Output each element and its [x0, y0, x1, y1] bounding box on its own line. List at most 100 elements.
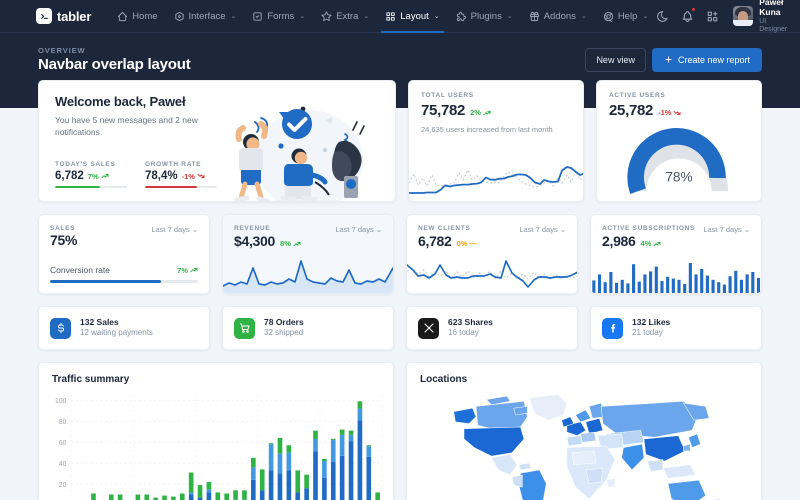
create-new-report-label: Create new report	[677, 54, 750, 65]
row-social: 132 Sales 12 waiting payments 78 Orders …	[38, 306, 762, 350]
conversion-rate-delta: 7%	[177, 266, 198, 275]
chevron-down-icon: ⌄	[642, 13, 649, 20]
chevron-down-icon: ⌄	[230, 13, 237, 20]
gift-icon	[529, 11, 539, 21]
nav-item-help[interactable]: Help ⌄	[595, 0, 656, 33]
period-selector[interactable]: Last 7 days ⌄	[151, 225, 198, 234]
dark-mode-toggle[interactable]	[656, 9, 669, 23]
chevron-down-icon: ⌄	[559, 225, 566, 234]
locations-world-map	[414, 391, 754, 500]
facebook-icon	[602, 317, 623, 339]
navbar-actions: Paweł Kuna UI Designer	[656, 0, 794, 34]
nav-item-addons[interactable]: Addons ⌄	[521, 0, 595, 33]
nav-item-plugins[interactable]: Plugins ⌄	[448, 0, 521, 33]
avatar	[733, 6, 754, 26]
active-users-label: ACTIVE USERS	[609, 92, 666, 99]
stat-value: $4,300	[234, 233, 276, 249]
nav-item-interface[interactable]: Interface ⌄	[166, 0, 245, 33]
nav-label-help: Help	[617, 10, 638, 22]
new-view-button[interactable]: New view	[585, 47, 646, 72]
navbar: tabler Home Interface ⌄ Forms ⌄ Extra ⌄	[0, 0, 800, 33]
trend-down-icon	[673, 110, 681, 115]
period-selector[interactable]: Last 7 days ⌄	[335, 225, 382, 234]
nav-label-layout: Layout	[400, 10, 429, 22]
chevron-down-icon: ⌄	[363, 13, 370, 20]
active-users-delta: -1%	[658, 108, 681, 117]
svg-text:60: 60	[59, 440, 67, 447]
total-users-card: TOTAL USERS 75,782 2% 24,635 users incre…	[408, 80, 584, 202]
star-icon	[321, 10, 332, 21]
plus-icon	[665, 56, 672, 63]
active-users-gauge: 78%	[609, 121, 749, 197]
chevron-down-icon: ⌄	[375, 225, 382, 234]
nav-item-extra[interactable]: Extra ⌄	[313, 0, 377, 33]
social-title: 132 Sales	[80, 317, 119, 328]
nav-label-extra: Extra	[336, 10, 359, 22]
user-name: Paweł Kuna	[759, 0, 784, 17]
stat-card-active-subscriptions: ACTIVE SUBSCRIPTIONS 2,986 4% Last 7 day…	[590, 214, 762, 294]
trend-up-icon	[653, 241, 661, 246]
chevron-down-icon: ⌄	[743, 225, 750, 234]
svg-text:20: 20	[59, 482, 67, 489]
social-sub: 21 today	[632, 328, 663, 338]
nav-item-layout[interactable]: Layout ⌄	[377, 0, 447, 33]
trend-up-icon	[101, 173, 109, 179]
brand[interactable]: tabler	[36, 8, 91, 24]
stat-card-revenue: REVENUE $4,300 8% Last 7 days ⌄	[222, 214, 394, 294]
stat-label: SALES	[50, 225, 76, 232]
trend-up-icon	[190, 267, 198, 273]
stat-value: 6,782	[418, 233, 452, 249]
period-selector[interactable]: Last 7 days ⌄	[519, 225, 566, 234]
x-twitter-icon	[418, 317, 439, 339]
stat-label: REVENUE	[234, 225, 271, 232]
svg-text:80: 80	[59, 419, 67, 426]
period-selector[interactable]: Last 7 days ⌄	[703, 225, 750, 234]
welcome-stat-value: 6,782	[55, 169, 84, 182]
social-card-shares: 623 Shares 16 today	[406, 306, 578, 350]
welcome-stat-label: GROWTH RATE	[145, 160, 202, 168]
nav-item-forms[interactable]: Forms ⌄	[244, 0, 313, 33]
welcome-stat-delta: -1%	[182, 172, 205, 181]
trend-down-icon	[197, 173, 205, 179]
puzzle-icon	[456, 11, 466, 21]
moon-icon	[657, 10, 668, 22]
nav-label-home: Home	[132, 10, 158, 22]
home-icon	[118, 11, 128, 21]
nav-items: Home Interface ⌄ Forms ⌄ Extra ⌄ Layout …	[109, 0, 656, 33]
notifications-button[interactable]	[681, 7, 697, 23]
welcome-stat-delta: 7%	[88, 172, 109, 181]
total-users-sparkline	[409, 161, 583, 201]
row-stats: SALES 75% Last 7 days ⌄ Conversion rate …	[38, 214, 762, 294]
stat-value: 75%	[50, 232, 78, 248]
social-sub: 12 waiting payments	[80, 328, 153, 338]
brand-name: tabler	[57, 8, 92, 24]
social-sub: 16 today	[448, 328, 479, 338]
total-users-note: 24,635 users increased from last month	[421, 125, 553, 134]
traffic-summary-chart: 20 40 60 80 100	[46, 391, 386, 500]
welcome-stat-sales: TODAY'S SALES 6,782 7%	[55, 161, 127, 188]
lifebuoy-icon	[603, 11, 613, 22]
tabler-logo-icon	[36, 8, 52, 24]
gauge-label: 78%	[665, 169, 692, 184]
nav-label-forms: Forms	[267, 10, 295, 22]
breadcrumb: OVERVIEW	[38, 46, 86, 55]
dashboard-page: tabler Home Interface ⌄ Forms ⌄ Extra ⌄	[0, 0, 800, 500]
social-card-sales: 132 Sales 12 waiting payments	[38, 306, 210, 350]
social-title: 623 Shares	[448, 317, 493, 328]
user-menu[interactable]: Paweł Kuna UI Designer	[733, 0, 790, 34]
welcome-stat-value: 78,4%	[145, 169, 178, 182]
nav-item-home[interactable]: Home	[109, 0, 165, 33]
conversion-rate-label: Conversion rate	[50, 265, 111, 275]
dollar-icon	[50, 317, 71, 339]
create-new-report-button[interactable]: Create new report	[651, 47, 762, 72]
social-title: 78 Orders	[264, 317, 304, 328]
total-users-value: 75,782	[421, 102, 466, 119]
trend-flat-icon: —	[469, 239, 477, 248]
trend-up-icon	[483, 110, 491, 115]
cart-icon	[234, 317, 255, 339]
apps-button[interactable]	[706, 9, 719, 23]
welcome-stat-growth: GROWTH RATE 78,4% -1%	[145, 160, 217, 188]
total-users-delta: 2%	[470, 108, 491, 117]
welcome-subtitle: You have 5 new messages and 2 new notifi…	[55, 115, 198, 138]
trend-up-icon	[293, 241, 301, 246]
